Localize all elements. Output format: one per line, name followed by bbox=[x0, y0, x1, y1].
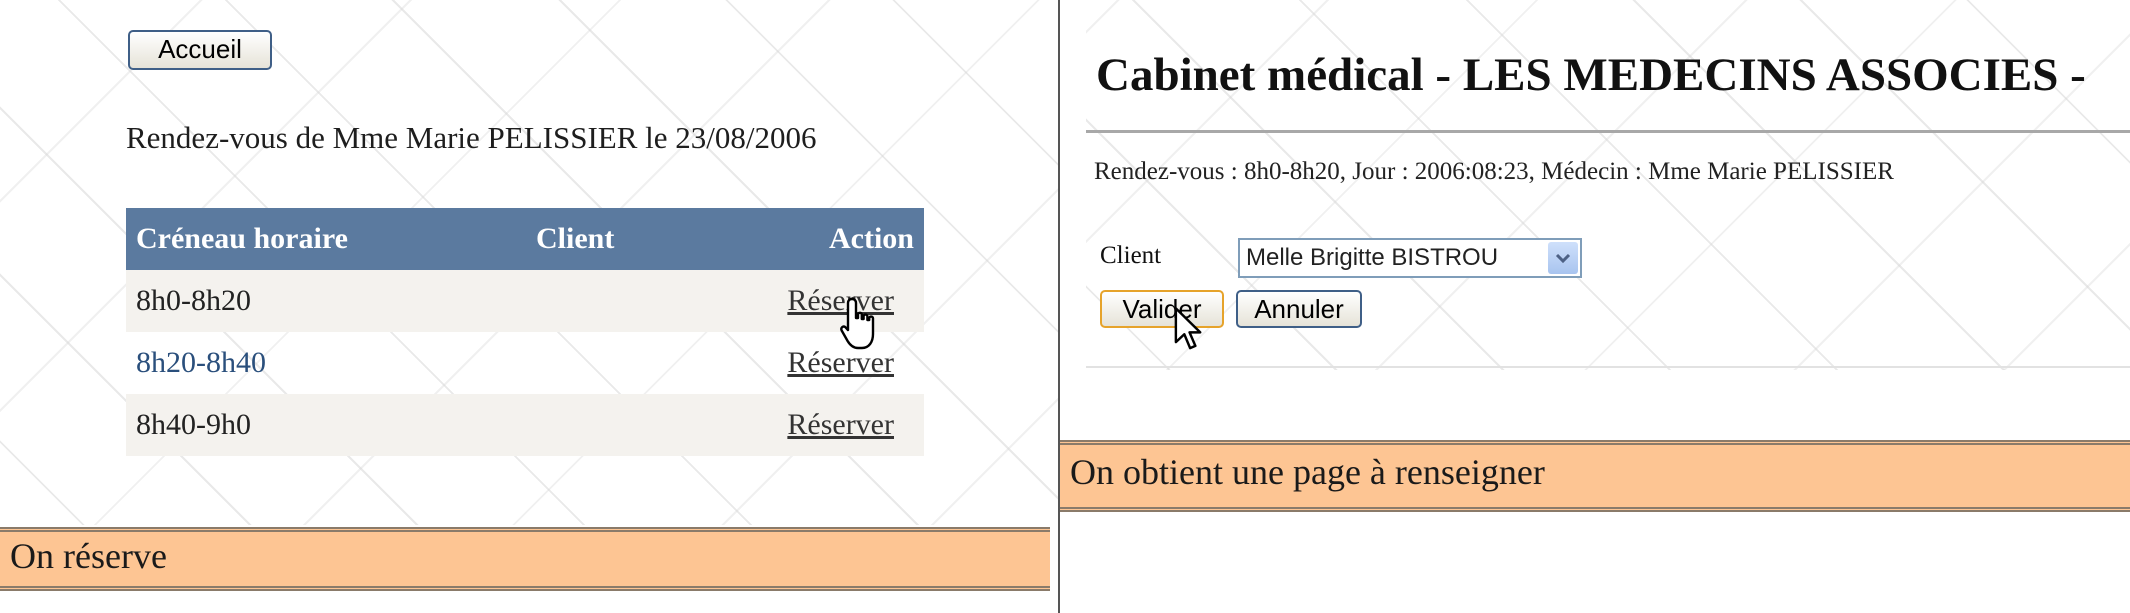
left-caption: On réserve bbox=[0, 527, 1050, 591]
client-cell bbox=[526, 394, 746, 456]
client-cell bbox=[526, 332, 746, 394]
home-button[interactable]: Accueil bbox=[128, 30, 272, 70]
client-select[interactable]: Melle Brigitte BISTROU bbox=[1238, 238, 1582, 278]
client-label: Client bbox=[1100, 242, 1162, 269]
table-row: 8h40-9h0 Réserver bbox=[126, 394, 924, 456]
title-divider bbox=[1086, 130, 2130, 133]
column-header-slot: Créneau horaire bbox=[126, 208, 526, 270]
validate-button[interactable]: Valider bbox=[1100, 290, 1224, 328]
column-header-client: Client bbox=[526, 208, 746, 270]
reserve-link[interactable]: Réserver bbox=[787, 408, 894, 441]
action-cell: Réserver bbox=[746, 270, 924, 332]
form-divider bbox=[1086, 366, 2130, 368]
table-header-row: Créneau horaire Client Action bbox=[126, 208, 924, 270]
slot-cell: 8h0-8h20 bbox=[126, 270, 526, 332]
client-cell bbox=[526, 270, 746, 332]
column-header-action: Action bbox=[746, 208, 924, 270]
arrow-pointer-cursor-icon bbox=[1174, 307, 1202, 350]
page-title: Cabinet médical - LES MEDECINS ASSOCIES … bbox=[1096, 49, 2086, 101]
cancel-button[interactable]: Annuler bbox=[1236, 290, 1362, 328]
right-caption: On obtient une page à renseigner bbox=[1060, 440, 2130, 512]
slot-cell: 8h20-8h40 bbox=[136, 346, 266, 379]
client-select-value: Melle Brigitte BISTROU bbox=[1246, 244, 1499, 271]
time-slots-table: Créneau horaire Client Action 8h0-8h20 R… bbox=[126, 208, 924, 456]
appointments-title: Rendez-vous de Mme Marie PELISSIER le 23… bbox=[126, 120, 817, 155]
table-row: 8h20-8h40 Réserver bbox=[126, 332, 924, 394]
action-cell: Réserver bbox=[746, 332, 924, 394]
action-cell: Réserver bbox=[746, 394, 924, 456]
hand-pointer-cursor-icon bbox=[840, 297, 875, 350]
left-panel: Accueil Rendez-vous de Mme Marie PELISSI… bbox=[0, 0, 1058, 613]
slot-cell: 8h40-9h0 bbox=[126, 394, 526, 456]
right-panel: Cabinet médical - LES MEDECINS ASSOCIES … bbox=[1060, 0, 2130, 613]
appointment-info: Rendez-vous : 8h0-8h20, Jour : 2006:08:2… bbox=[1094, 158, 1894, 185]
table-row: 8h0-8h20 Réserver bbox=[126, 270, 924, 332]
chevron-down-icon[interactable] bbox=[1548, 242, 1578, 274]
